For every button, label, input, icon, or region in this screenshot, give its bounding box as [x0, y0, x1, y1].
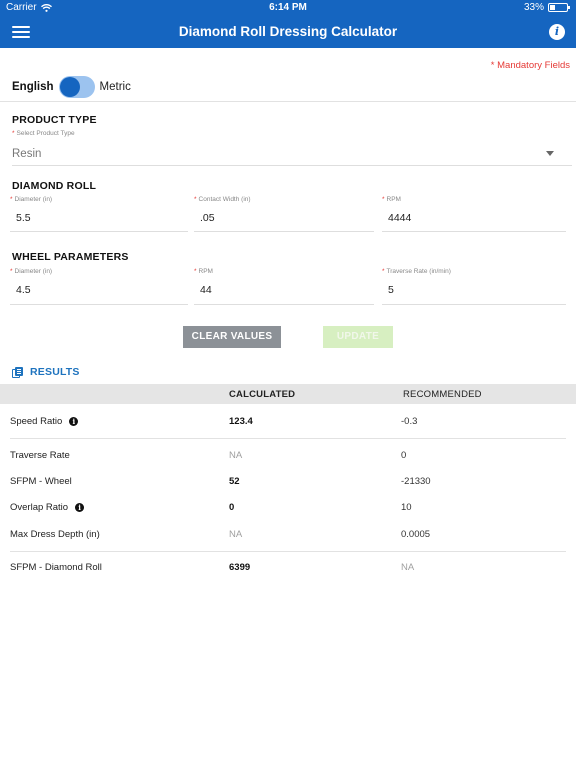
wheel-parameters-title: WHEEL PARAMETERS: [12, 251, 129, 263]
chevron-down-icon[interactable]: [546, 151, 554, 156]
column-recommended: RECOMMENDED: [403, 389, 482, 400]
table-row: Traverse Rate NA 0: [0, 448, 576, 464]
wheel-diameter-label: Diameter (in): [14, 268, 53, 275]
wheel-rpm-label: RPM: [198, 268, 213, 275]
diamond-contact-width-field[interactable]: * Contact Width (in) .05: [194, 196, 374, 232]
update-button[interactable]: UPDATE: [323, 326, 393, 348]
row-label: Traverse Rate: [10, 450, 70, 461]
diamond-rpm-value: 4444: [388, 212, 412, 224]
row-recommended: 10: [401, 502, 412, 513]
unit-english-label: English: [12, 81, 54, 93]
wheel-rpm-value: 44: [200, 284, 212, 296]
info-icon[interactable]: i: [69, 417, 79, 426]
unit-toggle: English Metric: [12, 76, 131, 98]
page-title: Diamond Roll Dressing Calculator: [178, 24, 398, 39]
table-row: SFPM - Diamond Roll 6399 NA: [0, 560, 576, 576]
wheel-diameter-value: 4.5: [16, 284, 31, 296]
table-row: SFPM - Wheel 52 -21330: [0, 474, 576, 490]
column-calculated: CALCULATED: [229, 389, 296, 400]
diamond-contact-width-label: Contact Width (in): [198, 196, 251, 203]
row-recommended: -21330: [401, 476, 431, 487]
unit-switch[interactable]: [58, 76, 95, 98]
row-calculated: 0: [229, 502, 235, 513]
results-table-header: CALCULATED RECOMMENDED: [0, 384, 576, 404]
divider: [0, 101, 576, 102]
diamond-contact-width-value: .05: [200, 212, 215, 224]
wheel-traverse-rate-label: Traverse Rate (in/min): [386, 268, 451, 275]
battery-icon: [548, 3, 570, 12]
diamond-diameter-value: 5.5: [16, 212, 31, 224]
table-row: Speed Ratio i 123.4 -0.3: [0, 414, 576, 430]
row-label: SFPM - Diamond Roll: [10, 562, 102, 573]
row-label: Speed Ratio: [10, 416, 63, 427]
product-type-label: * Select Product Type: [12, 130, 75, 137]
row-calculated: NA: [229, 450, 243, 461]
info-icon[interactable]: i: [549, 24, 565, 40]
battery-percent: 33%: [523, 2, 544, 13]
diamond-rpm-field[interactable]: * RPM 4444: [382, 196, 566, 232]
product-type-value: Resin: [12, 148, 42, 160]
row-recommended: -0.3: [401, 416, 418, 427]
wheel-rpm-field[interactable]: * RPM 44: [194, 268, 374, 305]
row-calculated: 6399: [229, 562, 251, 573]
divider: [10, 551, 566, 552]
clear-values-button[interactable]: CLEAR VALUES: [183, 326, 281, 348]
wheel-traverse-rate-value: 5: [388, 284, 394, 296]
unit-metric-label: Metric: [99, 81, 131, 93]
results-title: RESULTS: [30, 366, 80, 378]
wheel-traverse-rate-field[interactable]: * Traverse Rate (in/min) 5: [382, 268, 566, 305]
row-recommended: 0.0005: [401, 529, 431, 540]
row-label: Max Dress Depth (in): [10, 529, 100, 540]
row-recommended: 0: [401, 450, 407, 461]
row-calculated: 123.4: [229, 416, 253, 427]
row-label: Overlap Ratio: [10, 502, 69, 513]
mandatory-fields-note: * Mandatory Fields: [490, 60, 570, 71]
diamond-roll-title: DIAMOND ROLL: [12, 180, 97, 192]
diamond-rpm-label: RPM: [386, 196, 401, 203]
wheel-diameter-field[interactable]: * Diameter (in) 4.5: [10, 268, 188, 305]
product-type-select[interactable]: * Select Product Type: [12, 130, 572, 166]
row-calculated: 52: [229, 476, 240, 487]
row-calculated: NA: [229, 529, 243, 540]
divider: [10, 438, 566, 439]
status-time: 6:14 PM: [269, 2, 307, 13]
product-type-title: PRODUCT TYPE: [12, 114, 97, 126]
row-label: SFPM - Wheel: [10, 476, 72, 487]
info-icon[interactable]: i: [75, 503, 85, 512]
diamond-diameter-field[interactable]: * Diameter (in) 5.5: [10, 196, 188, 232]
results-header: RESULTS: [12, 365, 80, 379]
table-row: Overlap Ratio i 0 10: [0, 500, 576, 516]
row-recommended: NA: [401, 562, 415, 573]
diamond-diameter-label: Diameter (in): [14, 196, 53, 203]
table-row: Max Dress Depth (in) NA 0.0005: [0, 527, 576, 543]
battery-indicator: 33%: [523, 2, 570, 13]
results-document-icon: [12, 366, 23, 378]
status-bar: Carrier 6:14 PM 33%: [0, 0, 576, 16]
app-header: Diamond Roll Dressing Calculator i: [0, 16, 576, 48]
